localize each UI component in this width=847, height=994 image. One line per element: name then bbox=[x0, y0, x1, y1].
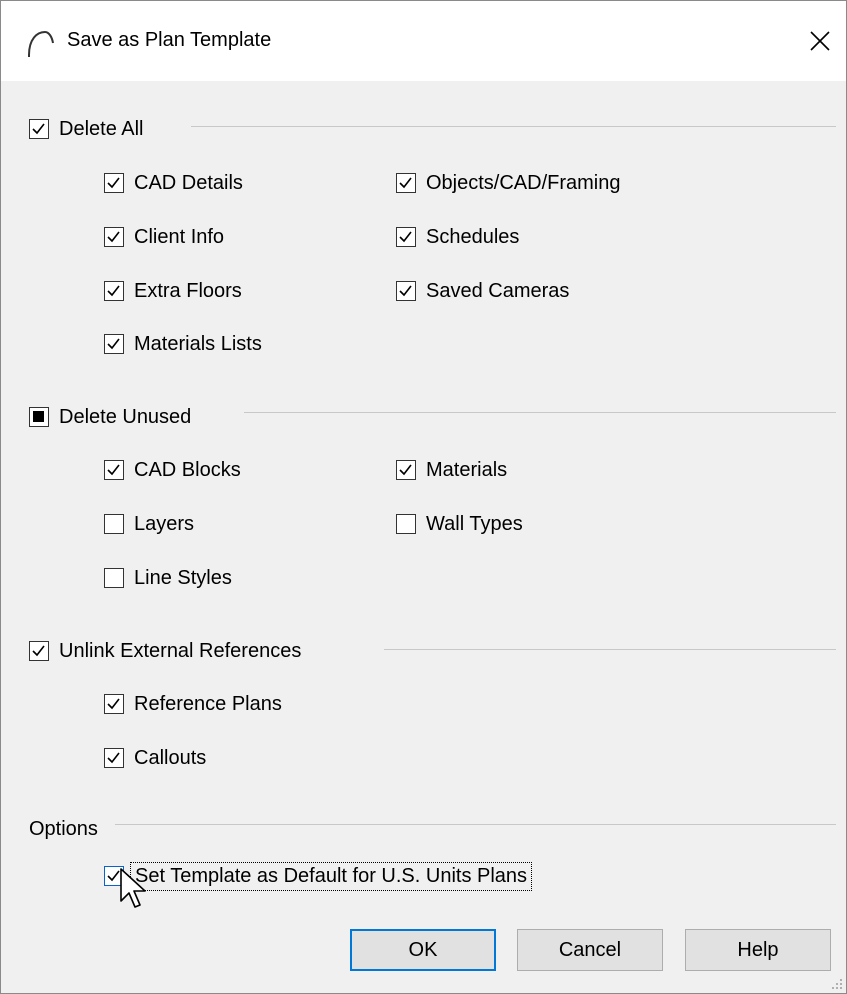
saved-cameras-label: Saved Cameras bbox=[426, 279, 570, 302]
client-info-checkbox[interactable]: Client Info bbox=[104, 223, 224, 251]
schedules-label: Schedules bbox=[426, 225, 520, 248]
schedules-checkbox[interactable]: Schedules bbox=[396, 223, 519, 251]
group-divider bbox=[244, 412, 836, 413]
checkbox-box[interactable] bbox=[396, 173, 416, 193]
check-icon bbox=[107, 285, 120, 297]
check-icon bbox=[107, 231, 120, 243]
check-icon bbox=[107, 464, 120, 476]
line-styles-label: Line Styles bbox=[134, 566, 232, 589]
close-icon bbox=[810, 31, 830, 51]
check-icon bbox=[399, 177, 412, 189]
title-bar[interactable]: Save as Plan Template bbox=[1, 1, 846, 81]
save-as-plan-template-dialog: Save as Plan Template Delete All CAD Det… bbox=[0, 0, 847, 994]
cad-blocks-label: CAD Blocks bbox=[134, 458, 241, 481]
checkbox-box[interactable] bbox=[396, 514, 416, 534]
resize-grip-icon[interactable] bbox=[830, 977, 844, 991]
materials-checkbox[interactable]: Materials bbox=[396, 456, 507, 484]
checkbox-box[interactable] bbox=[396, 460, 416, 480]
checkbox-box[interactable] bbox=[29, 119, 49, 139]
check-icon bbox=[32, 123, 45, 135]
group-divider bbox=[384, 649, 836, 650]
checkbox-box[interactable] bbox=[104, 227, 124, 247]
ok-button[interactable]: OK bbox=[350, 929, 496, 971]
objects-cad-framing-checkbox[interactable]: Objects/CAD/Framing bbox=[396, 169, 621, 197]
check-icon bbox=[107, 698, 120, 710]
check-icon bbox=[107, 338, 120, 350]
checkbox-box[interactable] bbox=[104, 514, 124, 534]
set-template-default-label: Set Template as Default for U.S. Units P… bbox=[130, 861, 533, 891]
check-icon bbox=[399, 285, 412, 297]
checkbox-box[interactable] bbox=[104, 694, 124, 714]
arc-icon bbox=[28, 30, 54, 57]
checkbox-box[interactable] bbox=[104, 173, 124, 193]
delete-unused-label: Delete Unused bbox=[59, 405, 192, 428]
close-button[interactable] bbox=[794, 15, 846, 67]
layers-label: Layers bbox=[134, 512, 195, 535]
checkbox-box[interactable] bbox=[29, 641, 49, 661]
wall-types-label: Wall Types bbox=[426, 512, 523, 535]
checkbox-box[interactable] bbox=[104, 748, 124, 768]
materials-lists-label: Materials Lists bbox=[134, 332, 262, 355]
saved-cameras-checkbox[interactable]: Saved Cameras bbox=[396, 277, 569, 305]
cad-details-label: CAD Details bbox=[134, 171, 243, 194]
cad-details-checkbox[interactable]: CAD Details bbox=[104, 169, 243, 197]
checkbox-box[interactable] bbox=[104, 334, 124, 354]
delete-all-checkbox[interactable]: Delete All bbox=[29, 115, 144, 143]
cancel-button[interactable]: Cancel bbox=[517, 929, 663, 971]
client-info-label: Client Info bbox=[134, 225, 225, 248]
help-button[interactable]: Help bbox=[685, 929, 831, 971]
group-divider bbox=[191, 126, 836, 127]
wall-types-checkbox[interactable]: Wall Types bbox=[396, 510, 523, 538]
reference-plans-checkbox[interactable]: Reference Plans bbox=[104, 690, 282, 718]
dialog-title: Save as Plan Template bbox=[67, 29, 272, 51]
reference-plans-label: Reference Plans bbox=[134, 692, 282, 715]
materials-lists-checkbox[interactable]: Materials Lists bbox=[104, 330, 262, 358]
checkbox-box[interactable] bbox=[396, 281, 416, 301]
line-styles-checkbox[interactable]: Line Styles bbox=[104, 564, 232, 592]
checkbox-box[interactable] bbox=[396, 227, 416, 247]
check-icon bbox=[32, 645, 45, 657]
objects-cad-framing-label: Objects/CAD/Framing bbox=[426, 171, 621, 194]
check-icon bbox=[107, 752, 120, 764]
options-group-label: Options bbox=[29, 818, 98, 840]
callouts-label: Callouts bbox=[134, 746, 207, 769]
check-icon bbox=[107, 177, 120, 189]
checkbox-box[interactable] bbox=[104, 460, 124, 480]
delete-unused-checkbox[interactable]: Delete Unused bbox=[29, 403, 191, 431]
set-template-default-checkbox[interactable]: Set Template as Default for U.S. Units P… bbox=[104, 861, 533, 891]
callouts-checkbox[interactable]: Callouts bbox=[104, 744, 206, 772]
group-divider bbox=[115, 824, 836, 825]
layers-checkbox[interactable]: Layers bbox=[104, 510, 194, 538]
check-icon bbox=[399, 464, 412, 476]
materials-label: Materials bbox=[426, 458, 508, 481]
mouse-pointer-icon bbox=[120, 868, 146, 908]
extra-floors-checkbox[interactable]: Extra Floors bbox=[104, 277, 242, 305]
extra-floors-label: Extra Floors bbox=[134, 279, 242, 302]
checkbox-box[interactable] bbox=[104, 568, 124, 588]
delete-all-label: Delete All bbox=[59, 117, 144, 140]
cad-blocks-checkbox[interactable]: CAD Blocks bbox=[104, 456, 241, 484]
checkbox-box[interactable] bbox=[29, 407, 49, 427]
check-icon bbox=[399, 231, 412, 243]
checkbox-box[interactable] bbox=[104, 281, 124, 301]
unlink-external-references-label: Unlink External References bbox=[59, 639, 302, 662]
unlink-external-references-checkbox[interactable]: Unlink External References bbox=[29, 637, 301, 665]
